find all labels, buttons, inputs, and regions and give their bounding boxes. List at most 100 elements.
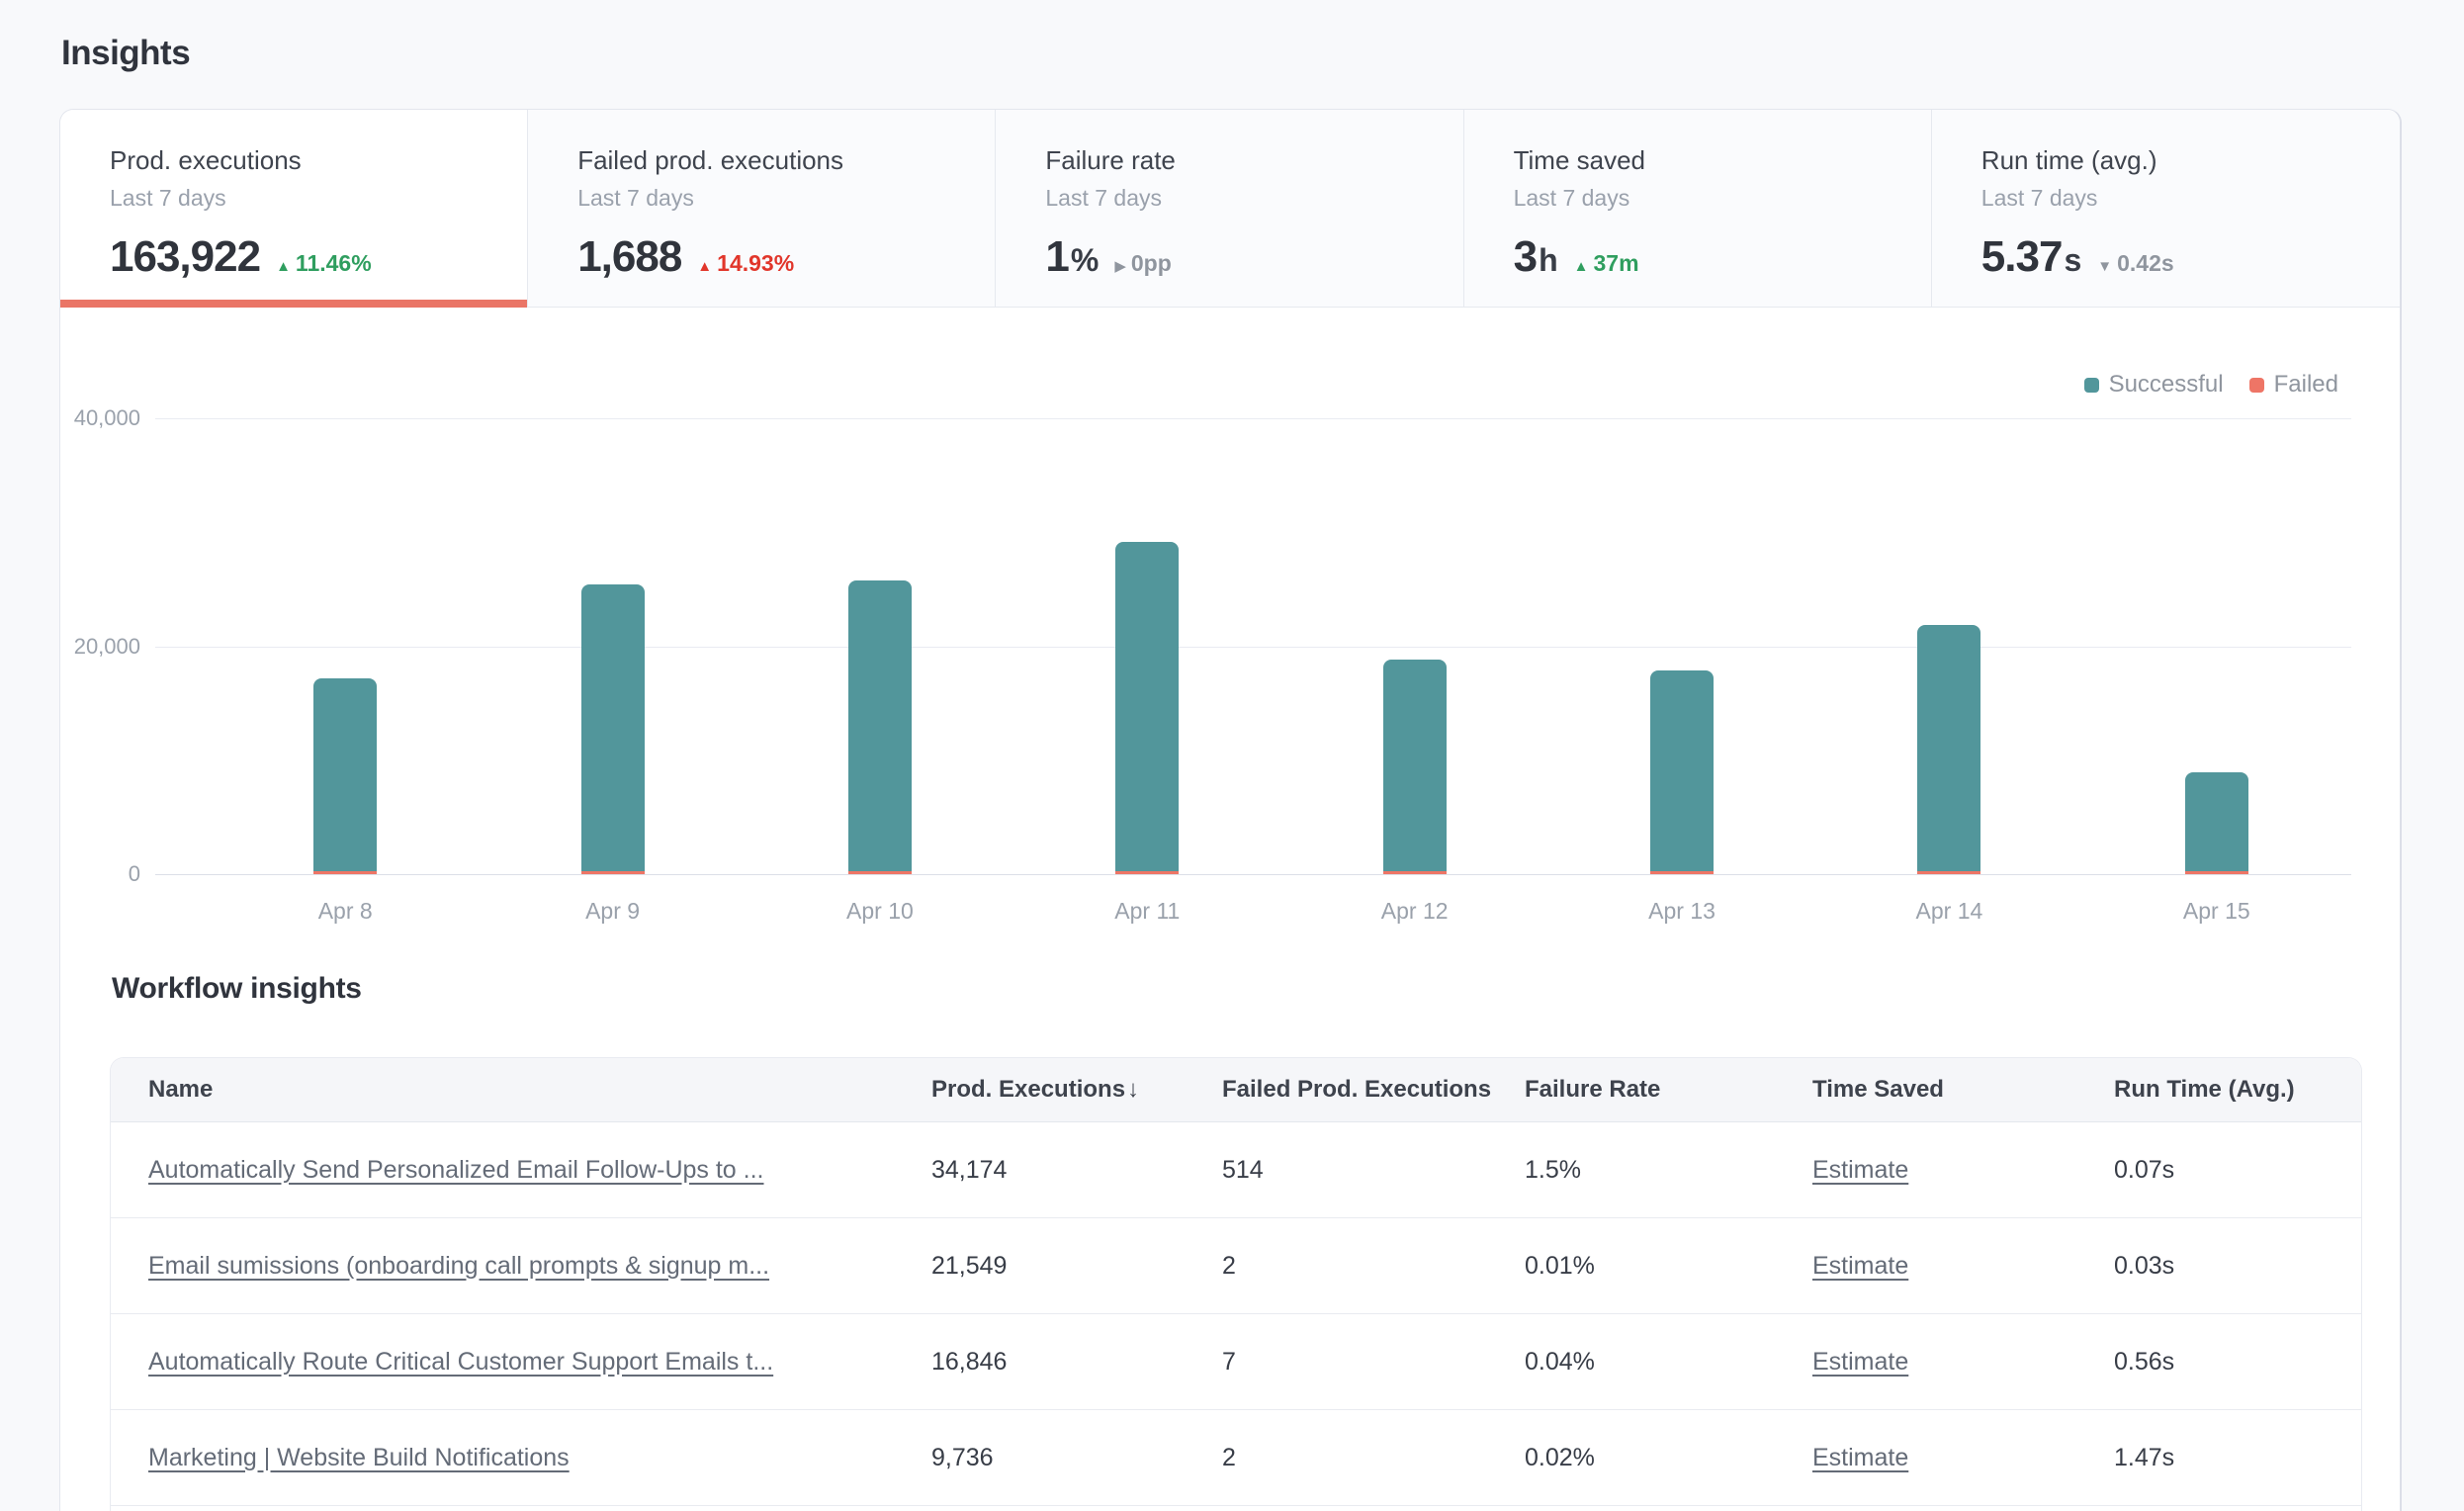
insights-panel: Prod. executions Last 7 days 163,922 ▲11…: [59, 109, 2402, 1511]
trend-value: 11.46%: [296, 250, 372, 277]
failure-rate-cell: 1.5%: [1525, 1156, 1812, 1185]
metric-card-value-row: 3h ▲37m: [1514, 232, 1901, 282]
x-axis-label: Apr 8: [212, 896, 479, 926]
trend-badge: ▲37m: [1574, 250, 1639, 277]
metric-card-value: 3: [1514, 232, 1537, 282]
metric-card-failure-rate[interactable]: Failure rate Last 7 days 1% ▶0pp: [996, 110, 1463, 308]
chart-legend: Successful Failed: [2084, 369, 2338, 400]
prod-executions-cell: 21,549: [931, 1252, 1222, 1281]
bar-stack: [581, 584, 645, 874]
bar-slot-apr-13: Apr 13: [1548, 418, 1815, 874]
workflow-link[interactable]: Automatically Route Critical Customer Su…: [148, 1348, 773, 1376]
y-axis-tick-label: 20,000: [60, 632, 140, 662]
estimate-link[interactable]: Estimate: [1812, 1444, 1908, 1471]
metric-card-unit: h: [1539, 242, 1558, 279]
workflow-name-cell: Automatically Send Personalized Email Fo…: [111, 1156, 892, 1185]
x-axis-label: Apr 10: [747, 896, 1013, 926]
table-header-row: Name Prod. Executions↓ Failed Prod. Exec…: [111, 1058, 2361, 1122]
estimate-link[interactable]: Estimate: [1812, 1156, 1908, 1184]
bar-successful: [1917, 625, 1980, 871]
column-header-failure-rate[interactable]: Failure Rate: [1525, 1076, 1812, 1104]
bar-stack: [2185, 772, 2248, 874]
time-saved-cell: Estimate: [1812, 1348, 2114, 1377]
trend-up-icon: ▲: [1574, 258, 1589, 275]
prod-executions-cell: 34,174: [931, 1156, 1222, 1185]
workflow-link[interactable]: Email sumissions (onboarding call prompt…: [148, 1252, 769, 1280]
time-saved-cell: Estimate: [1812, 1444, 2114, 1472]
bar-successful: [848, 580, 912, 871]
column-header-failed-prod-executions[interactable]: Failed Prod. Executions: [1222, 1076, 1525, 1104]
metric-card-subtitle: Last 7 days: [1045, 185, 1433, 212]
metric-card-title: Time saved: [1514, 145, 1901, 176]
workflow-link[interactable]: Marketing | Website Build Notifications: [148, 1444, 570, 1471]
failure-rate-cell: 0.04%: [1525, 1348, 1812, 1377]
bar-stack: [1115, 542, 1179, 874]
bar-stack: [1383, 660, 1447, 874]
estimate-link[interactable]: Estimate: [1812, 1252, 1908, 1280]
run-time-avg-cell: 1.47s: [2114, 1444, 2361, 1472]
bar-slot-apr-12: Apr 12: [1281, 418, 1548, 874]
trend-value: 14.93%: [717, 250, 794, 277]
failed-swatch-icon: [2249, 378, 2264, 393]
trend-neutral-icon: ▶: [1114, 257, 1126, 275]
bar-stack: [848, 580, 912, 874]
trend-down-icon: ▼: [2097, 258, 2112, 275]
column-header-name[interactable]: Name: [111, 1076, 931, 1104]
prod-executions-cell: 9,736: [931, 1444, 1222, 1472]
time-saved-cell: Estimate: [1812, 1156, 2114, 1185]
bar-failed: [848, 871, 912, 874]
trend-badge: ▲14.93%: [697, 250, 794, 277]
bar-stack: [1650, 670, 1714, 874]
bar-failed: [1115, 871, 1179, 874]
table-row: Automatically Route Critical Customer Su…: [111, 1314, 2361, 1410]
bar-slot-apr-15: Apr 15: [2083, 418, 2350, 874]
metric-card-title: Failed prod. executions: [577, 145, 965, 176]
metric-card-subtitle: Last 7 days: [577, 185, 965, 212]
legend-item-successful[interactable]: Successful: [2084, 371, 2224, 399]
metric-card-failed-prod-executions[interactable]: Failed prod. executions Last 7 days 1,68…: [528, 110, 996, 308]
bar-slot-apr-10: Apr 10: [747, 418, 1013, 874]
x-axis-label: Apr 11: [1013, 896, 1280, 926]
x-axis-label: Apr 13: [1548, 896, 1815, 926]
bar-successful: [1383, 660, 1447, 871]
bar-failed: [581, 871, 645, 874]
metric-card-value: 5.37: [1981, 232, 2063, 282]
metric-card-title: Run time (avg.): [1981, 145, 2370, 176]
y-axis-tick-label: 40,000: [60, 403, 140, 433]
metric-card-time-saved[interactable]: Time saved Last 7 days 3h ▲37m: [1464, 110, 1932, 308]
gridline: [155, 874, 2351, 875]
run-time-avg-cell: 0.03s: [2114, 1252, 2361, 1281]
workflow-link[interactable]: Automatically Send Personalized Email Fo…: [148, 1156, 764, 1184]
bar-slot-apr-9: Apr 9: [479, 418, 746, 874]
trend-up-icon: ▲: [276, 258, 291, 275]
trend-value: 0.42s: [2117, 250, 2174, 277]
workflow-name-cell: Email sumissions (onboarding call prompt…: [111, 1252, 892, 1281]
failed-prod-executions-cell: 2: [1222, 1444, 1525, 1472]
prod-executions-cell: 16,846: [931, 1348, 1222, 1377]
bar-successful: [1650, 670, 1714, 871]
metric-card-unit: s: [2064, 242, 2081, 279]
run-time-avg-cell: 0.07s: [2114, 1156, 2361, 1185]
table-row: Email sumissions (onboarding call prompt…: [111, 1218, 2361, 1314]
estimate-link[interactable]: Estimate: [1812, 1348, 1908, 1376]
legend-label: Failed: [2274, 371, 2338, 399]
column-header-run-time-avg[interactable]: Run Time (Avg.): [2114, 1076, 2361, 1104]
workflow-name-cell: Automatically Route Critical Customer Su…: [111, 1348, 892, 1377]
metric-card-run-time-avg[interactable]: Run time (avg.) Last 7 days 5.37s ▼0.42s: [1932, 110, 2400, 308]
metric-card-subtitle: Last 7 days: [110, 185, 497, 212]
x-axis-label: Apr 15: [2083, 896, 2350, 926]
y-axis-tick-label: 0: [60, 859, 140, 889]
bar-failed: [2185, 871, 2248, 874]
executions-bar-chart: Apr 8Apr 9Apr 10Apr 11Apr 12Apr 13Apr 14…: [212, 418, 2350, 874]
failed-prod-executions-cell: 514: [1222, 1156, 1525, 1185]
metric-card-value: 1,688: [577, 232, 681, 282]
metric-card-title: Prod. executions: [110, 145, 497, 176]
column-header-prod-executions[interactable]: Prod. Executions↓: [931, 1076, 1222, 1104]
column-header-time-saved[interactable]: Time Saved: [1812, 1076, 2114, 1104]
metric-card-prod-executions[interactable]: Prod. executions Last 7 days 163,922 ▲11…: [60, 110, 528, 308]
metric-card-value-row: 1% ▶0pp: [1045, 232, 1433, 282]
bar-failed: [1650, 871, 1714, 874]
legend-item-failed[interactable]: Failed: [2249, 371, 2338, 399]
failure-rate-cell: 0.01%: [1525, 1252, 1812, 1281]
table-row-partial: [111, 1506, 2361, 1511]
